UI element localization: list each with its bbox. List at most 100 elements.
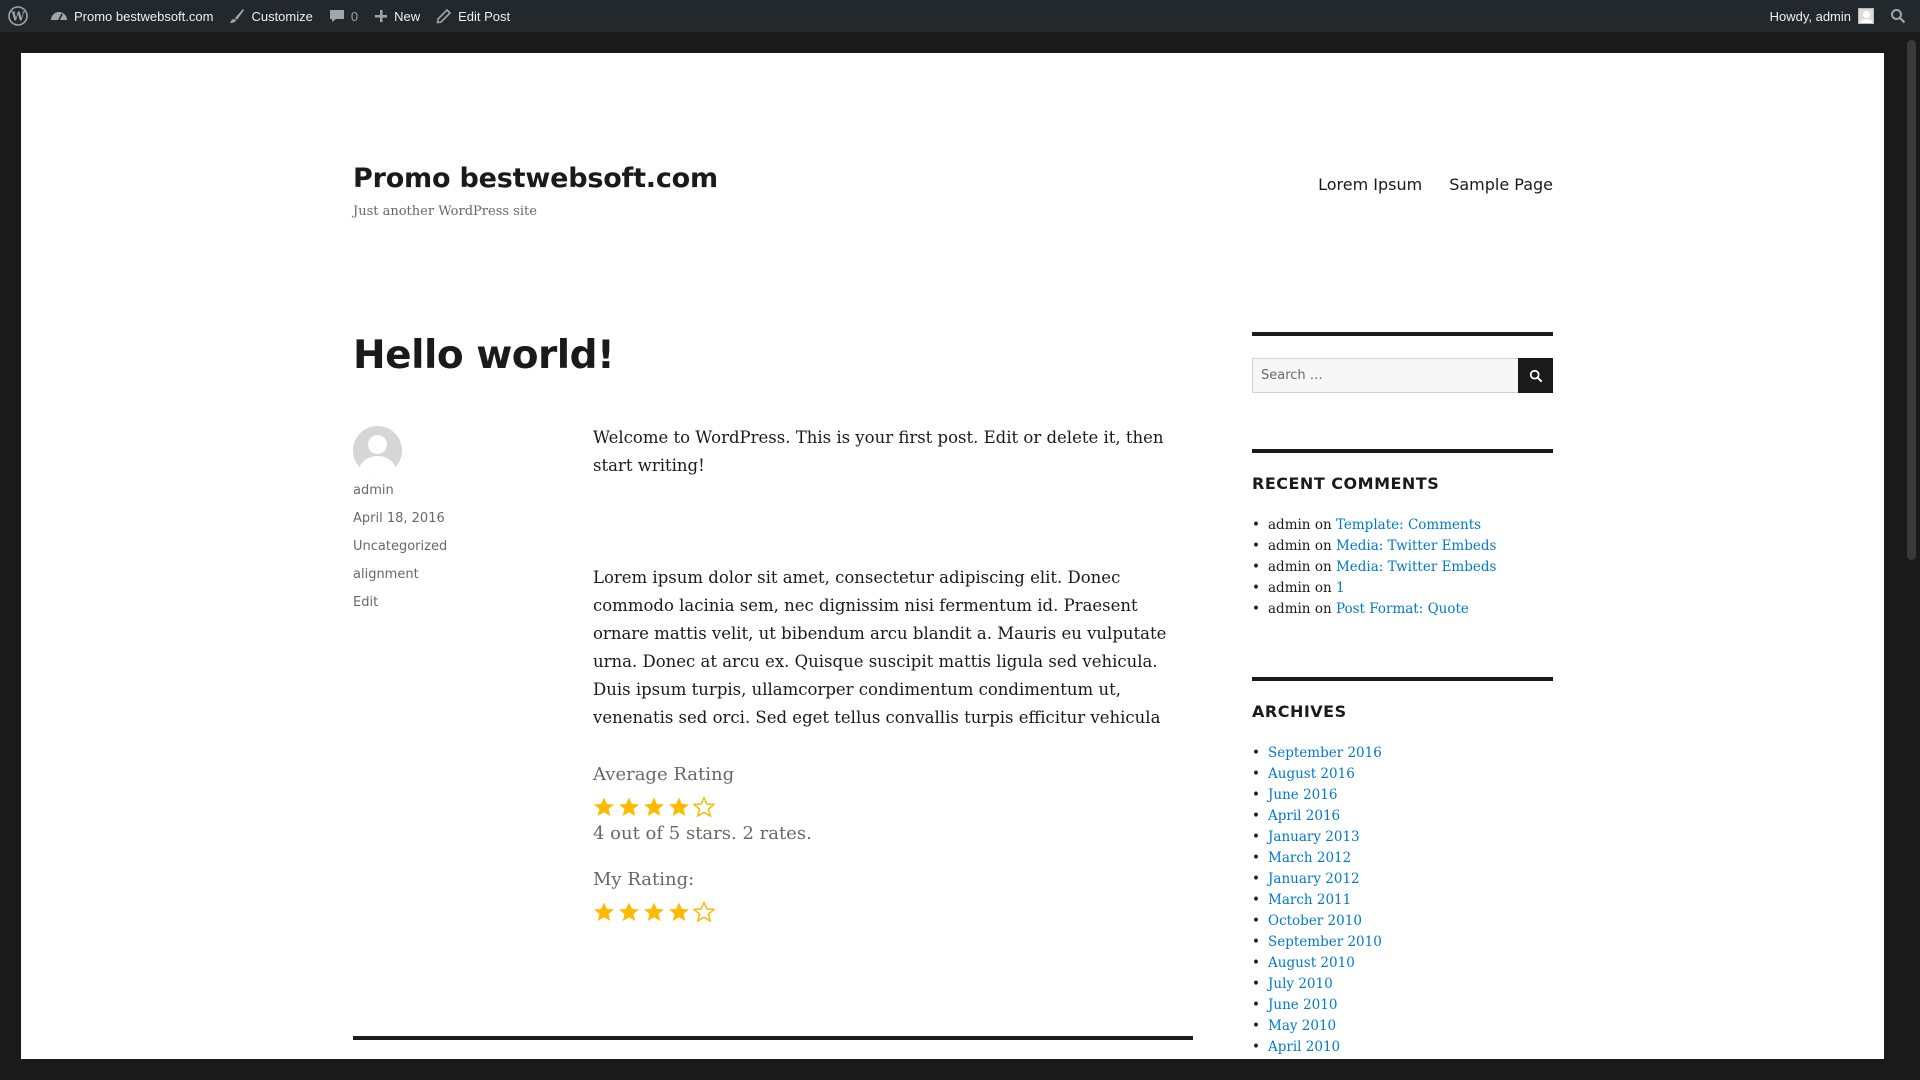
pencil-icon [436, 8, 452, 24]
archive-item: January 2012 [1252, 869, 1553, 890]
recent-comment-item: admin on Template: Comments [1252, 515, 1553, 536]
star-filled-icon [669, 797, 689, 816]
recent-comment-item: admin on Media: Twitter Embeds [1252, 536, 1553, 557]
archive-link[interactable]: June 2010 [1268, 997, 1337, 1013]
widget-divider [1252, 332, 1553, 336]
archive-link[interactable]: March 2012 [1268, 850, 1351, 866]
archive-item: June 2016 [1252, 785, 1553, 806]
archive-link[interactable]: July 2010 [1268, 976, 1333, 992]
wordpress-menu[interactable]: W [0, 0, 42, 32]
archive-item: July 2010 [1252, 974, 1553, 995]
archive-link[interactable]: August 2010 [1268, 955, 1355, 971]
average-rating-text: 4 out of 5 stars. 2 rates. [593, 823, 812, 844]
star-filled-icon [644, 797, 664, 816]
my-rating-stars[interactable] [593, 901, 715, 923]
search-button[interactable] [1518, 358, 1553, 393]
comment-post-link[interactable]: Media: Twitter Embeds [1336, 538, 1497, 554]
archive-item: August 2016 [1252, 764, 1553, 785]
comment-author: admin [1268, 601, 1311, 617]
comment-author: admin [1268, 538, 1311, 554]
widget-divider [1252, 677, 1553, 681]
dashboard-icon [51, 12, 67, 21]
archive-link[interactable]: September 2010 [1268, 934, 1382, 950]
customize-label: Customize [251, 8, 313, 24]
archive-item: January 2013 [1252, 827, 1553, 848]
recent-comments-title: RECENT COMMENTS [1252, 474, 1440, 493]
archive-link[interactable]: April 2010 [1268, 1039, 1340, 1055]
comments-count: 0 [350, 8, 359, 24]
site-title[interactable]: Promo bestwebsoft.com [353, 163, 718, 194]
edit-post-link[interactable]: Edit Post [428, 0, 518, 32]
archive-item: September 2016 [1252, 743, 1553, 764]
site-page: Promo bestwebsoft.com Just another WordP… [21, 53, 1884, 1059]
wordpress-logo-icon: W [8, 6, 28, 26]
archive-link[interactable]: May 2010 [1268, 1018, 1336, 1034]
archive-item: August 2010 [1252, 953, 1553, 974]
post-tag[interactable]: alignment [353, 567, 419, 582]
comment-post-link[interactable]: 1 [1336, 580, 1345, 596]
star-filled-icon[interactable] [668, 901, 690, 923]
brush-icon [230, 9, 245, 23]
new-content-menu[interactable]: New [366, 0, 428, 32]
archive-link[interactable]: January 2012 [1268, 871, 1360, 887]
search-icon [1891, 9, 1906, 24]
archive-link[interactable]: April 2016 [1268, 808, 1340, 824]
recent-comment-item: admin on 1 [1252, 578, 1553, 599]
adminbar-search[interactable] [1882, 0, 1920, 32]
comment-on-label: on [1314, 538, 1332, 554]
comment-author: admin [1268, 559, 1311, 575]
admin-bar: W Promo bestwebsoft.com Customize 0 New … [0, 0, 1920, 32]
recent-comments-list: admin on Template: Commentsadmin on Medi… [1252, 515, 1553, 620]
archive-item: October 2010 [1252, 911, 1553, 932]
star-filled-icon[interactable] [643, 901, 665, 923]
comment-post-link[interactable]: Post Format: Quote [1336, 601, 1469, 617]
archive-link[interactable]: June 2016 [1268, 787, 1337, 803]
nav-item-sample-page[interactable]: Sample Page [1449, 175, 1553, 194]
site-name-label: Promo bestwebsoft.com [74, 8, 214, 24]
my-account-menu[interactable]: Howdy, admin [1762, 0, 1882, 32]
star-filled-icon [594, 797, 614, 816]
archive-item: April 2016 [1252, 806, 1553, 827]
comment-post-link[interactable]: Template: Comments [1336, 517, 1481, 533]
nav-item-lorem-ipsum[interactable]: Lorem Ipsum [1318, 175, 1422, 194]
archive-item: April 2010 [1252, 1037, 1553, 1058]
edit-post-label: Edit Post [458, 8, 511, 24]
customize-link[interactable]: Customize [221, 0, 320, 32]
archive-link[interactable]: January 2013 [1268, 829, 1360, 845]
comment-post-link[interactable]: Media: Twitter Embeds [1336, 559, 1497, 575]
post-date[interactable]: April 18, 2016 [353, 511, 445, 526]
avatar [1858, 8, 1874, 24]
scrollbar-thumb[interactable] [1907, 40, 1916, 560]
comment-author: admin [1268, 580, 1311, 596]
post-category[interactable]: Uncategorized [353, 539, 447, 554]
site-name-menu[interactable]: Promo bestwebsoft.com [42, 0, 221, 32]
edit-post-link[interactable]: Edit [353, 595, 378, 610]
comment-on-label: on [1314, 580, 1332, 596]
archive-link[interactable]: August 2016 [1268, 766, 1355, 782]
comment-on-label: on [1314, 517, 1332, 533]
author-avatar[interactable] [353, 426, 402, 475]
star-filled-icon[interactable] [618, 901, 640, 923]
star-empty-icon[interactable] [693, 901, 715, 923]
comments-link[interactable]: 0 [321, 0, 366, 32]
my-rating-label: My Rating: [593, 869, 695, 890]
archive-link[interactable]: March 2011 [1268, 892, 1351, 908]
search-input[interactable] [1252, 358, 1518, 393]
star-filled-icon [619, 797, 639, 816]
star-empty-icon [693, 796, 715, 818]
archive-item: March 2011 [1252, 890, 1553, 911]
archive-item: June 2010 [1252, 995, 1553, 1016]
post-author[interactable]: admin [353, 483, 394, 498]
average-rating-label: Average Rating [593, 764, 735, 785]
post-paragraph-2: Lorem ipsum dolor sit amet, consectetur … [593, 568, 1167, 727]
comment-author: admin [1268, 517, 1311, 533]
archive-link[interactable]: September 2016 [1268, 745, 1382, 761]
howdy-label: Howdy, admin [1769, 8, 1851, 24]
star-filled-icon[interactable] [593, 901, 615, 923]
site-description: Just another WordPress site [353, 204, 537, 219]
archive-link[interactable]: October 2010 [1268, 913, 1362, 929]
plus-icon [375, 10, 388, 22]
search-icon [1529, 369, 1542, 382]
archives-list: September 2016 August 2016 June 2016 April … [1252, 743, 1553, 1058]
post-title: Hello world! [353, 333, 615, 378]
